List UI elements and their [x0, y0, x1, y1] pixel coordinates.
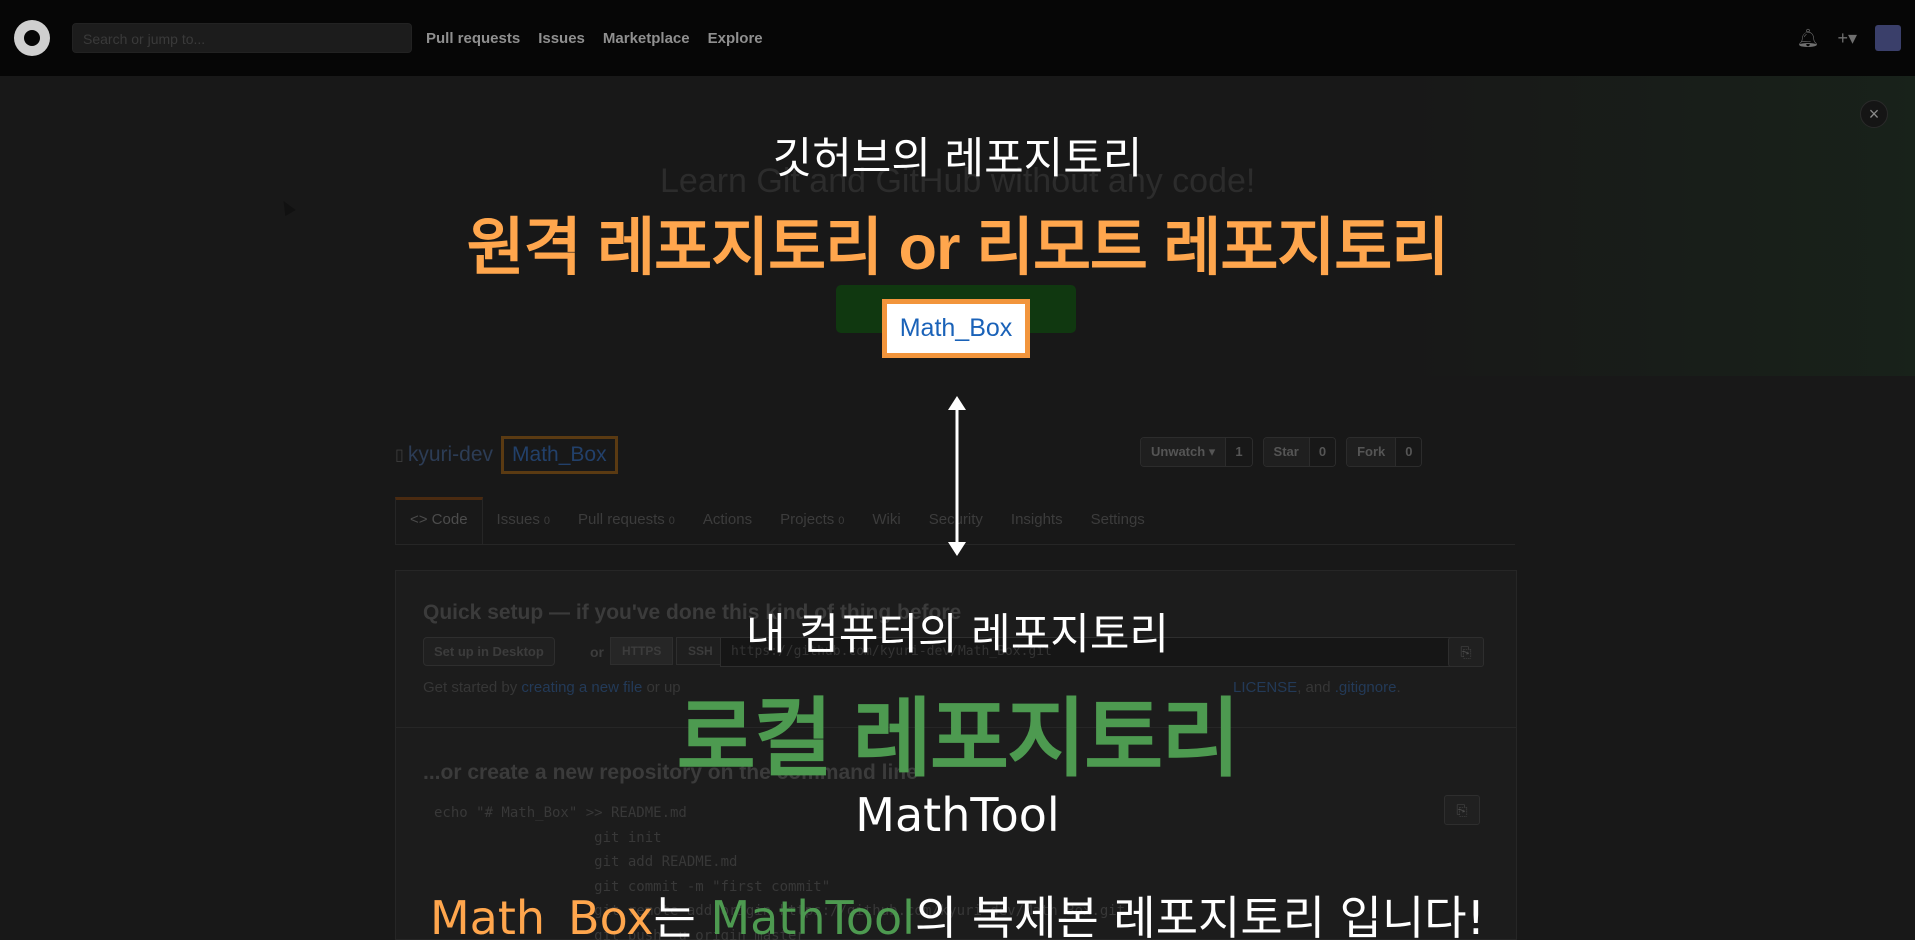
github-header: Search or jump to... Pull requests Issue…: [0, 0, 1915, 76]
subtitle-part-mathtool: MathTool: [710, 891, 915, 940]
plus-icon[interactable]: +▾: [1837, 28, 1857, 49]
tab-label: Actions: [702, 511, 753, 528]
tab-actions[interactable]: Actions: [689, 497, 766, 544]
bell-icon[interactable]: 🔔︎: [1797, 28, 1820, 49]
unwatch-group: Unwatch ▾ 1: [1140, 437, 1253, 467]
tab-label: Settings: [1090, 511, 1145, 528]
repo-actions: Unwatch ▾ 1 Star 0 Fork 0: [1140, 437, 1423, 467]
tab-label: Wiki: [872, 511, 901, 528]
repo-name-link[interactable]: Math_Box: [501, 436, 618, 474]
nav-marketplace[interactable]: Marketplace: [603, 30, 690, 47]
tab-settings[interactable]: Settings: [1077, 497, 1159, 544]
avatar[interactable]: [1875, 25, 1901, 51]
tab-pull-requests[interactable]: Pull requests 0: [564, 497, 689, 544]
tab-count: 0: [543, 515, 551, 527]
local-caption: 내 컴퓨터의 레포지토리: [746, 610, 1169, 660]
github-logo-icon[interactable]: [14, 20, 50, 56]
search-input[interactable]: Search or jump to...: [72, 23, 412, 53]
tab-count: 0: [668, 515, 675, 527]
local-repo-name: MathTool: [855, 788, 1060, 842]
remote-caption: 깃허브의 레포지토리: [772, 134, 1143, 184]
tab-count: 0: [838, 515, 845, 527]
star-group: Star 0: [1262, 437, 1337, 467]
tab-label: <> Code: [410, 511, 468, 528]
repo-header: ▯ kyuri-dev Math_Box: [395, 436, 618, 474]
subtitle: Math_Box는 MathTool의 복제본 레포지토리 입니다!: [0, 882, 1915, 940]
tab-wiki[interactable]: Wiki: [858, 497, 914, 544]
remote-repo-chip: Math_Box: [882, 299, 1030, 358]
header-right: 🔔︎ +▾: [1797, 25, 1901, 51]
repo-owner-link[interactable]: kyuri-dev: [408, 443, 493, 467]
fork-button[interactable]: Fork: [1347, 438, 1396, 466]
tab-label: Projects: [780, 511, 835, 528]
repo-book-icon: ▯: [395, 447, 404, 464]
watch-count[interactable]: 1: [1225, 438, 1252, 466]
tab-insights[interactable]: Insights: [997, 497, 1077, 544]
double-arrow-icon: [948, 396, 966, 556]
local-title: 로컬 레포지토리: [676, 691, 1241, 787]
fork-count[interactable]: 0: [1395, 438, 1422, 466]
unwatch-button[interactable]: Unwatch ▾: [1141, 438, 1226, 466]
tab-label: Pull requests: [578, 511, 665, 528]
nav-issues[interactable]: Issues: [538, 30, 585, 47]
subtitle-part-mathbox: Math_Box: [429, 891, 654, 940]
fork-group: Fork 0: [1346, 437, 1423, 467]
subtitle-part-4: 의 복제본 레포지토리 입니다!: [914, 891, 1486, 940]
tab-projects[interactable]: Projects 0: [766, 497, 858, 544]
tab-code[interactable]: <> Code: [395, 497, 483, 544]
nav-pull-requests[interactable]: Pull requests: [426, 30, 520, 47]
tab-label: Issues: [496, 511, 540, 528]
nav-explore[interactable]: Explore: [708, 30, 763, 47]
tab-label: Insights: [1010, 511, 1063, 528]
subtitle-part-2: 는: [653, 891, 711, 940]
star-count[interactable]: 0: [1308, 438, 1336, 466]
header-nav: Pull requests Issues Marketplace Explore: [426, 30, 763, 47]
tab-issues[interactable]: Issues 0: [483, 497, 564, 544]
remote-title: 원격 레포지토리 or 리모트 레포지토리: [466, 213, 1449, 283]
star-button[interactable]: Star: [1263, 438, 1309, 466]
